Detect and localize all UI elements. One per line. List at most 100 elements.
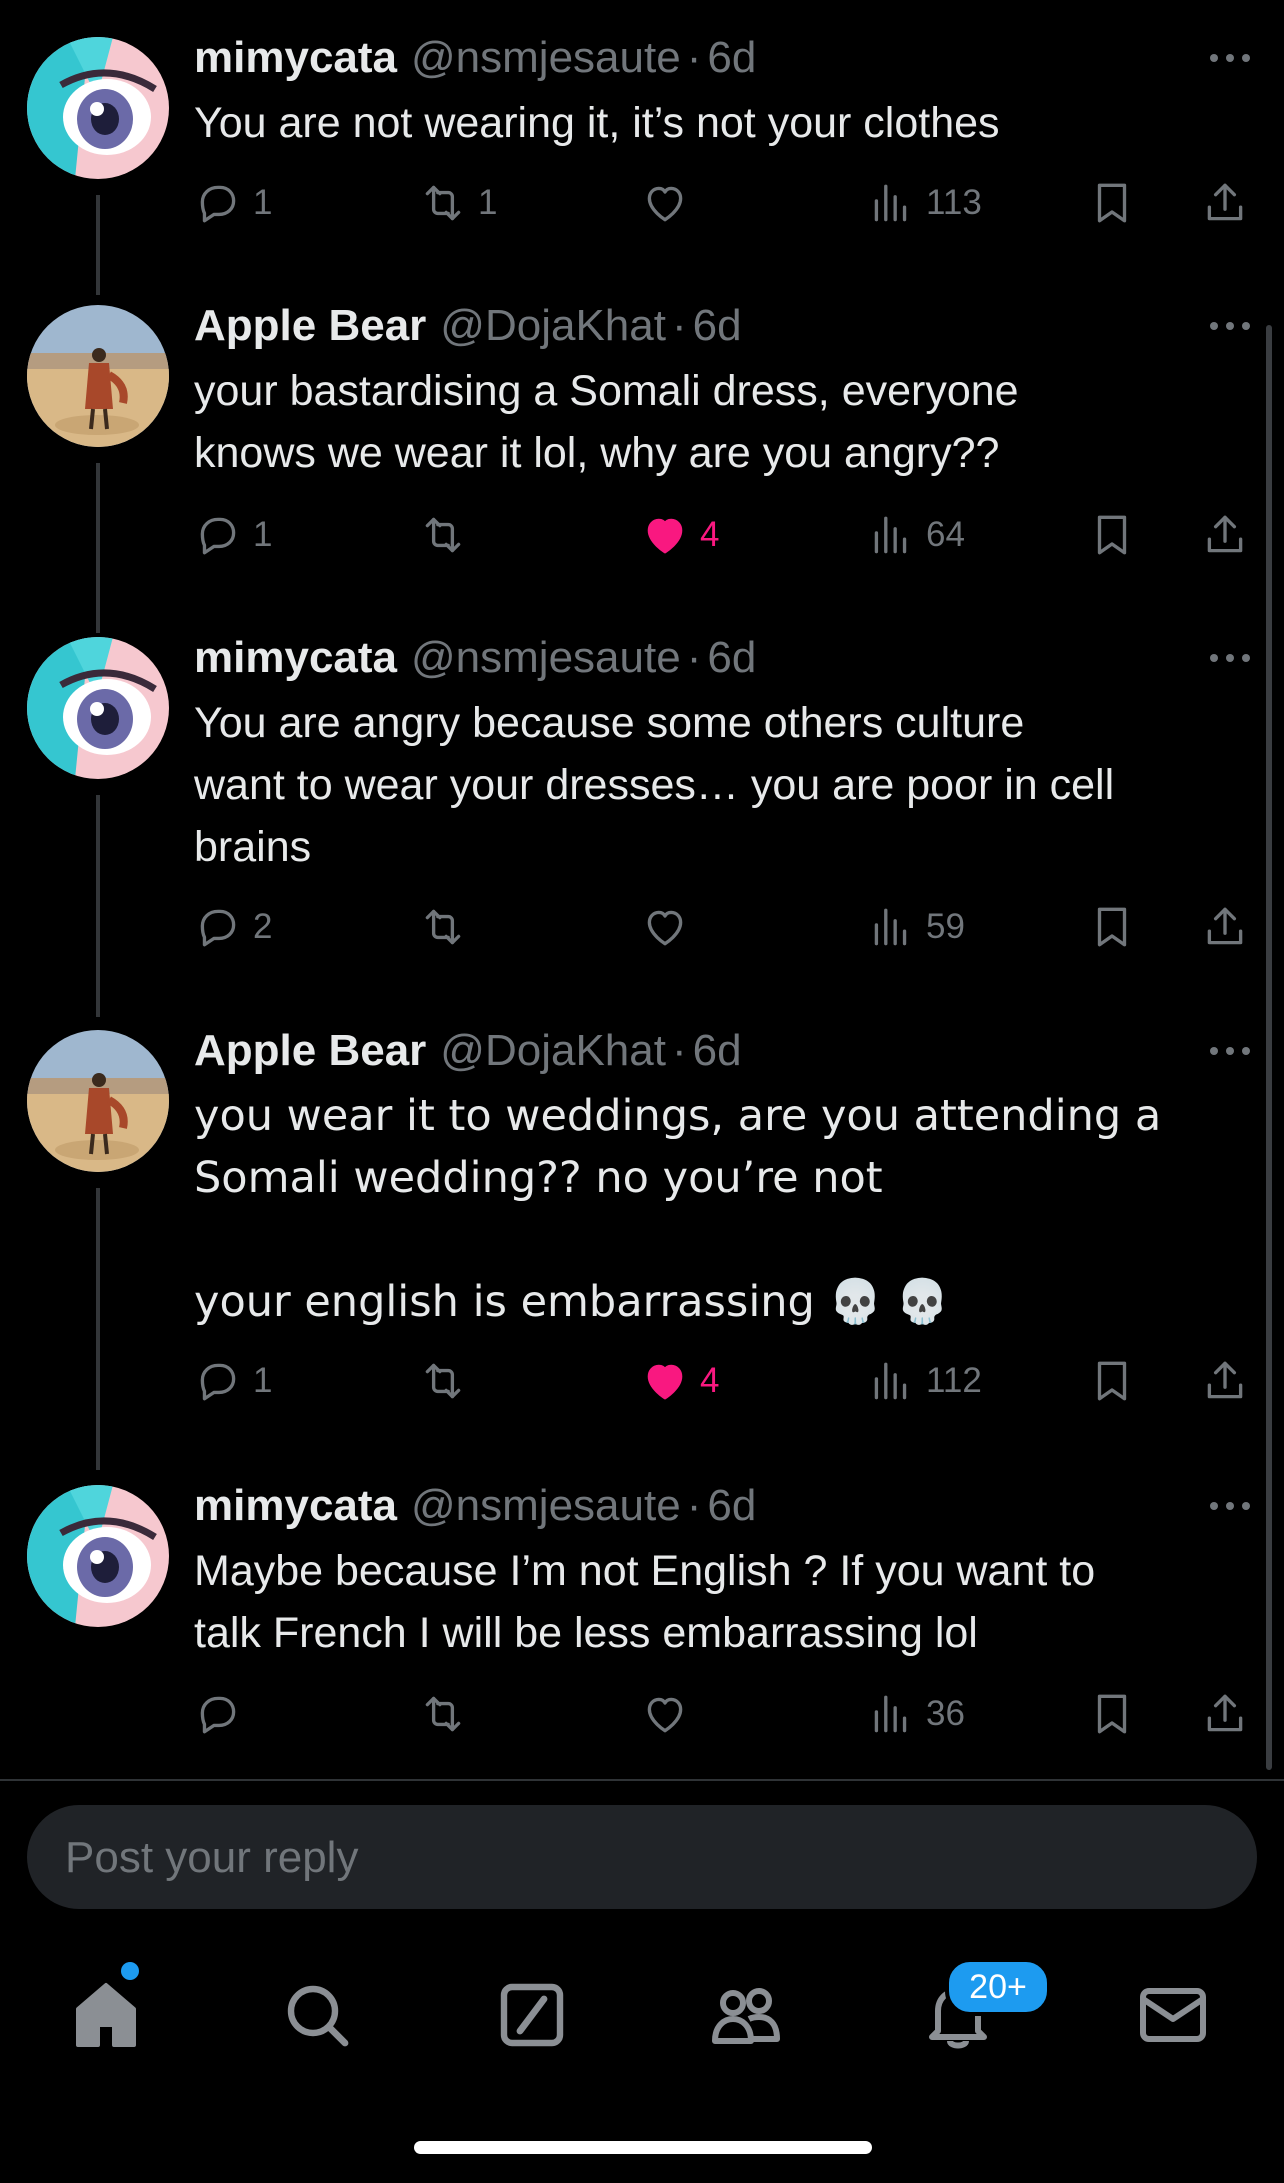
avatar[interactable] xyxy=(27,1485,169,1627)
reply-input[interactable] xyxy=(63,1805,1217,1911)
author-handle[interactable]: @DojaKhat xyxy=(440,1026,666,1075)
scrollbar[interactable] xyxy=(1266,325,1272,1770)
author-name[interactable]: mimycata xyxy=(194,1481,397,1530)
bookmark-icon xyxy=(1097,515,1127,555)
tweet-header: Apple Bear @DojaKhat · 6d xyxy=(194,298,742,354)
like-button[interactable] xyxy=(640,173,700,233)
tweet-header: mimycata @nsmjesaute · 6d xyxy=(194,630,756,686)
tweet[interactable]: Apple Bear @DojaKhat · 6d your bastardising… xyxy=(0,268,1284,638)
bookmark-button[interactable] xyxy=(1087,173,1137,233)
bookmark-button[interactable] xyxy=(1087,1351,1137,1411)
home-indicator[interactable] xyxy=(414,2141,872,2154)
tweet-header: mimycata @nsmjesaute · 6d xyxy=(194,30,756,86)
avatar[interactable] xyxy=(27,37,169,179)
like-count: 4 xyxy=(700,1361,720,1400)
repost-button[interactable] xyxy=(418,1684,478,1744)
repost-icon xyxy=(425,517,461,553)
search-icon xyxy=(287,1985,349,2047)
repost-button[interactable] xyxy=(418,505,478,565)
divider xyxy=(0,1779,1284,1781)
repost-icon xyxy=(425,1696,461,1732)
tweet-header: Apple Bear @DojaKhat · 6d xyxy=(194,1023,742,1079)
repost-button[interactable] xyxy=(418,1351,478,1411)
like-button[interactable]: 4 xyxy=(640,1351,719,1411)
nav-grok[interactable] xyxy=(492,1975,572,2055)
author-name[interactable]: Apple Bear xyxy=(194,301,426,350)
more-options-icon[interactable] xyxy=(1208,316,1252,336)
thread-connector xyxy=(96,1188,100,1470)
conversation-thread: mimycata @nsmjesaute · 6d You are not weari… xyxy=(0,0,1284,1780)
author-name[interactable]: mimycata xyxy=(194,33,397,82)
tweet[interactable]: mimycata @nsmjesaute · 6d Maybe because I’m… xyxy=(0,1448,1284,1778)
bookmark-icon xyxy=(1097,1361,1127,1401)
reply-button[interactable] xyxy=(193,1684,253,1744)
author-handle[interactable]: @DojaKhat xyxy=(440,301,666,350)
views-button[interactable]: 59 xyxy=(866,897,965,957)
nav-home[interactable] xyxy=(66,1975,146,2055)
timestamp[interactable]: 6d xyxy=(707,33,756,82)
nav-search[interactable] xyxy=(277,1975,357,2055)
author-name[interactable]: mimycata xyxy=(194,633,397,682)
views-icon xyxy=(874,908,907,946)
like-button[interactable] xyxy=(640,897,700,957)
bookmark-button[interactable] xyxy=(1087,505,1137,565)
reply-count: 1 xyxy=(253,515,273,554)
share-icon xyxy=(1207,907,1243,945)
more-options-icon[interactable] xyxy=(1208,648,1252,668)
share-button[interactable] xyxy=(1200,897,1250,957)
avatar[interactable] xyxy=(27,637,169,779)
avatar[interactable] xyxy=(27,1030,169,1172)
reply-button[interactable]: 1 xyxy=(193,505,272,565)
reply-button[interactable]: 2 xyxy=(193,897,272,957)
tweet[interactable]: mimycata @nsmjesaute · 6d You are not weari… xyxy=(0,0,1284,300)
repost-button[interactable]: 1 xyxy=(418,173,497,233)
repost-icon xyxy=(425,1363,461,1399)
more-options-icon[interactable] xyxy=(1208,1496,1252,1516)
repost-icon xyxy=(425,185,461,221)
author-handle[interactable]: @nsmjesaute xyxy=(411,633,681,682)
timestamp[interactable]: 6d xyxy=(707,633,756,682)
avatar[interactable] xyxy=(27,305,169,447)
timestamp[interactable]: 6d xyxy=(707,1481,756,1530)
repost-button[interactable] xyxy=(418,897,478,957)
views-icon xyxy=(874,1695,907,1733)
bookmark-icon xyxy=(1097,1694,1127,1734)
author-name[interactable]: Apple Bear xyxy=(194,1026,426,1075)
tweet[interactable]: Apple Bear @DojaKhat · 6d you wear it to we… xyxy=(0,993,1284,1473)
reply-button[interactable]: 1 xyxy=(193,173,272,233)
nav-communities[interactable] xyxy=(705,1975,785,2055)
like-button[interactable] xyxy=(640,1684,700,1744)
home-icon xyxy=(76,1983,136,2047)
timestamp[interactable]: 6d xyxy=(693,1026,742,1075)
author-handle[interactable]: @nsmjesaute xyxy=(411,1481,681,1530)
tweet-header: mimycata @nsmjesaute · 6d xyxy=(194,1478,756,1534)
heart-icon xyxy=(647,910,683,946)
reply-button[interactable]: 1 xyxy=(193,1351,272,1411)
share-button[interactable] xyxy=(1200,505,1250,565)
desert-person-avatar-image xyxy=(27,305,169,447)
more-options-icon[interactable] xyxy=(1208,48,1252,68)
views-button[interactable]: 112 xyxy=(866,1351,982,1411)
views-button[interactable]: 36 xyxy=(866,1684,965,1744)
new-posts-indicator xyxy=(121,1962,139,1980)
like-button[interactable]: 4 xyxy=(640,505,719,565)
tweet-text: You are angry because some others cultur… xyxy=(194,699,1115,871)
share-button[interactable] xyxy=(1200,1684,1250,1744)
nav-messages[interactable] xyxy=(1133,1975,1213,2055)
views-button[interactable]: 113 xyxy=(866,173,982,233)
reply-composer[interactable] xyxy=(27,1805,1257,1911)
bookmark-button[interactable] xyxy=(1087,897,1137,957)
bookmark-button[interactable] xyxy=(1087,1684,1137,1744)
share-button[interactable] xyxy=(1200,173,1250,233)
separator: · xyxy=(671,301,687,350)
share-button[interactable] xyxy=(1200,1351,1250,1411)
timestamp[interactable]: 6d xyxy=(693,301,742,350)
tweet[interactable]: mimycata @nsmjesaute · 6d You are angry bec… xyxy=(0,600,1284,1020)
views-button[interactable]: 64 xyxy=(866,505,965,565)
views-icon xyxy=(874,516,907,554)
view-count: 36 xyxy=(926,1694,965,1733)
more-options-icon[interactable] xyxy=(1208,1041,1252,1061)
tweet-text: You are not wearing it, it’s not your cl… xyxy=(194,99,1000,147)
author-handle[interactable]: @nsmjesaute xyxy=(411,33,681,82)
share-icon xyxy=(1207,1694,1243,1732)
